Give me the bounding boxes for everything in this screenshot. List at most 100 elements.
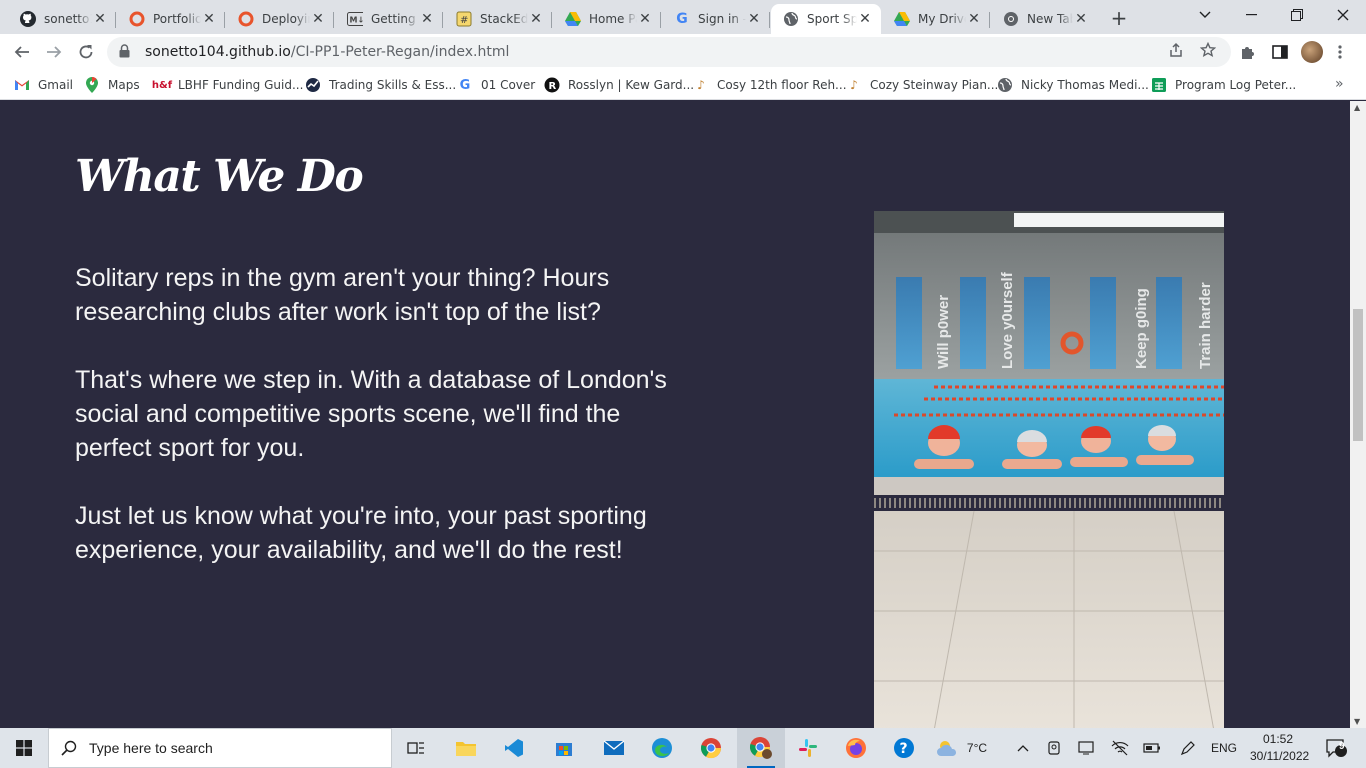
new-tab-button[interactable]: + xyxy=(1106,6,1132,30)
edge-app[interactable] xyxy=(638,728,686,768)
forward-button[interactable] xyxy=(40,38,68,66)
slack-app[interactable] xyxy=(784,728,832,768)
close-icon[interactable]: ✕ xyxy=(310,11,326,27)
svg-text:?: ? xyxy=(900,741,908,757)
close-icon[interactable]: ✕ xyxy=(746,11,762,27)
tab-sign-in[interactable]: G Sign in - Google ✕ xyxy=(662,4,770,34)
network-button[interactable] xyxy=(1108,728,1132,768)
close-icon[interactable]: ✕ xyxy=(637,11,653,27)
meet-now-button[interactable] xyxy=(1042,728,1066,768)
clock[interactable]: 01:52 30/11/2022 xyxy=(1250,731,1309,765)
bookmark-maps[interactable]: Maps xyxy=(84,76,140,94)
mail-app[interactable] xyxy=(590,728,638,768)
firefox-app[interactable] xyxy=(832,728,880,768)
display-icon xyxy=(1078,741,1094,755)
tab-my-drive[interactable]: My Drive ✕ xyxy=(882,4,990,34)
scrollbar-thumb[interactable] xyxy=(1353,309,1363,441)
display-button[interactable] xyxy=(1074,728,1098,768)
side-panel-button[interactable] xyxy=(1270,42,1290,62)
windows-logo-icon xyxy=(16,740,32,756)
tab-stackedit[interactable]: # StackEdit ✕ xyxy=(444,4,552,34)
tab-portfolio[interactable]: Portfolio ✕ xyxy=(117,4,225,34)
chevron-down-icon xyxy=(1199,11,1211,18)
close-icon[interactable]: ✕ xyxy=(528,11,544,27)
reload-button[interactable] xyxy=(72,38,100,66)
bookmark-program-log[interactable]: Program Log Peter... xyxy=(1151,76,1296,94)
tab-search-button[interactable] xyxy=(1182,0,1228,30)
scroll-down-icon[interactable]: ▼ xyxy=(1354,717,1360,726)
globe-icon xyxy=(997,77,1013,93)
tab-title: Deploying xyxy=(262,12,310,26)
vscode-app[interactable] xyxy=(490,728,538,768)
close-window-button[interactable] xyxy=(1320,0,1366,30)
bookmark-label: Cozy Steinway Pian... xyxy=(870,78,999,92)
tab-separator xyxy=(551,12,552,28)
folder-icon xyxy=(456,742,476,756)
show-hidden-icons-button[interactable] xyxy=(1012,728,1034,768)
tab-new-tab[interactable]: New Tab ✕ xyxy=(991,4,1097,34)
bookmark-star-button[interactable] xyxy=(1199,41,1217,59)
bookmark-cozy-steinway[interactable]: ♪ Cozy Steinway Pian... xyxy=(846,76,998,94)
page-scrollbar[interactable]: ▲ ▼ xyxy=(1350,101,1366,728)
battery-icon xyxy=(1143,743,1160,753)
address-bar[interactable]: sonetto104.github.io/CI-PP1-Peter-Regan/… xyxy=(107,37,1231,67)
extensions-button[interactable] xyxy=(1238,42,1258,62)
tab-sport-spot[interactable]: Sport Spot ✕ xyxy=(771,4,881,34)
close-icon[interactable]: ✕ xyxy=(419,11,435,27)
microsoft-store-app[interactable] xyxy=(540,728,588,768)
stackedit-icon: # xyxy=(456,11,472,27)
bookmark-gmail[interactable]: Gmail xyxy=(14,76,73,94)
avatar[interactable] xyxy=(1301,41,1323,63)
bookmark-trading[interactable]: Trading Skills & Ess... xyxy=(305,76,456,94)
menu-button[interactable] xyxy=(1330,42,1350,62)
more-bookmarks-button[interactable]: » xyxy=(1335,76,1344,92)
bookmark-label: 01 Cover xyxy=(481,78,536,92)
start-button[interactable] xyxy=(0,728,48,768)
bookmark-label: Rosslyn | Kew Gard... xyxy=(568,78,695,92)
wall-slogan: Love y0urself xyxy=(999,271,1016,369)
intro-paragraph: Solitary reps in the gym aren't your thi… xyxy=(75,264,610,326)
search-input[interactable] xyxy=(89,740,379,756)
restore-button[interactable] xyxy=(1274,0,1320,30)
chrome-app[interactable] xyxy=(687,728,735,768)
tab-separator xyxy=(442,12,443,28)
gmail-icon xyxy=(14,77,30,93)
close-icon[interactable]: ✕ xyxy=(201,11,217,27)
scroll-up-icon[interactable]: ▲ xyxy=(1354,103,1360,112)
close-icon[interactable]: ✕ xyxy=(92,11,108,27)
tab-deploying[interactable]: Deploying ✕ xyxy=(226,4,334,34)
tab-separator xyxy=(224,12,225,28)
share-button[interactable] xyxy=(1167,41,1185,59)
back-button[interactable] xyxy=(8,38,36,66)
weather-widget[interactable]: 7°C xyxy=(928,728,994,768)
bookmark-rosslyn[interactable]: R Rosslyn | Kew Gard... xyxy=(544,76,694,94)
rosslyn-icon: R xyxy=(544,77,560,93)
notifications-button[interactable]: 9 xyxy=(1320,728,1352,768)
google-drive-icon xyxy=(565,11,581,27)
wall-slogan: Will p0wer xyxy=(935,295,952,369)
tab-sonetto104[interactable]: sonetto104 ✕ xyxy=(8,4,116,34)
close-icon[interactable]: ✕ xyxy=(966,11,982,27)
bookmark-01-cover[interactable]: G 01 Cover xyxy=(457,76,536,94)
language-indicator[interactable]: ENG xyxy=(1208,728,1240,768)
ring-icon xyxy=(129,11,145,27)
hf-icon: h&f xyxy=(151,79,173,91)
task-view-button[interactable] xyxy=(392,728,440,768)
pen-button[interactable] xyxy=(1176,728,1200,768)
battery-button[interactable] xyxy=(1140,728,1164,768)
tab-getting-started[interactable]: M↓ Getting Started ✕ xyxy=(335,4,443,34)
bookmark-lbhf[interactable]: h&f LBHF Funding Guid... xyxy=(151,76,304,94)
file-explorer-app[interactable] xyxy=(442,728,490,768)
bookmark-cosy-12th-floor[interactable]: ♪ Cosy 12th floor Reh... xyxy=(693,76,846,94)
bookmark-label: Nicky Thomas Medi... xyxy=(1021,78,1149,92)
cloudy-night-icon xyxy=(936,741,956,756)
chrome-profile-app[interactable] xyxy=(737,728,785,768)
minimize-button[interactable] xyxy=(1228,0,1274,30)
taskbar-search[interactable] xyxy=(48,728,392,768)
bookmark-nicky-thomas[interactable]: Nicky Thomas Medi... xyxy=(997,76,1149,94)
tab-separator xyxy=(660,12,661,28)
close-icon[interactable]: ✕ xyxy=(857,11,873,27)
close-icon[interactable]: ✕ xyxy=(1073,11,1089,27)
help-app[interactable]: ? xyxy=(880,728,928,768)
tab-home-page[interactable]: Home Page ✕ xyxy=(553,4,661,34)
